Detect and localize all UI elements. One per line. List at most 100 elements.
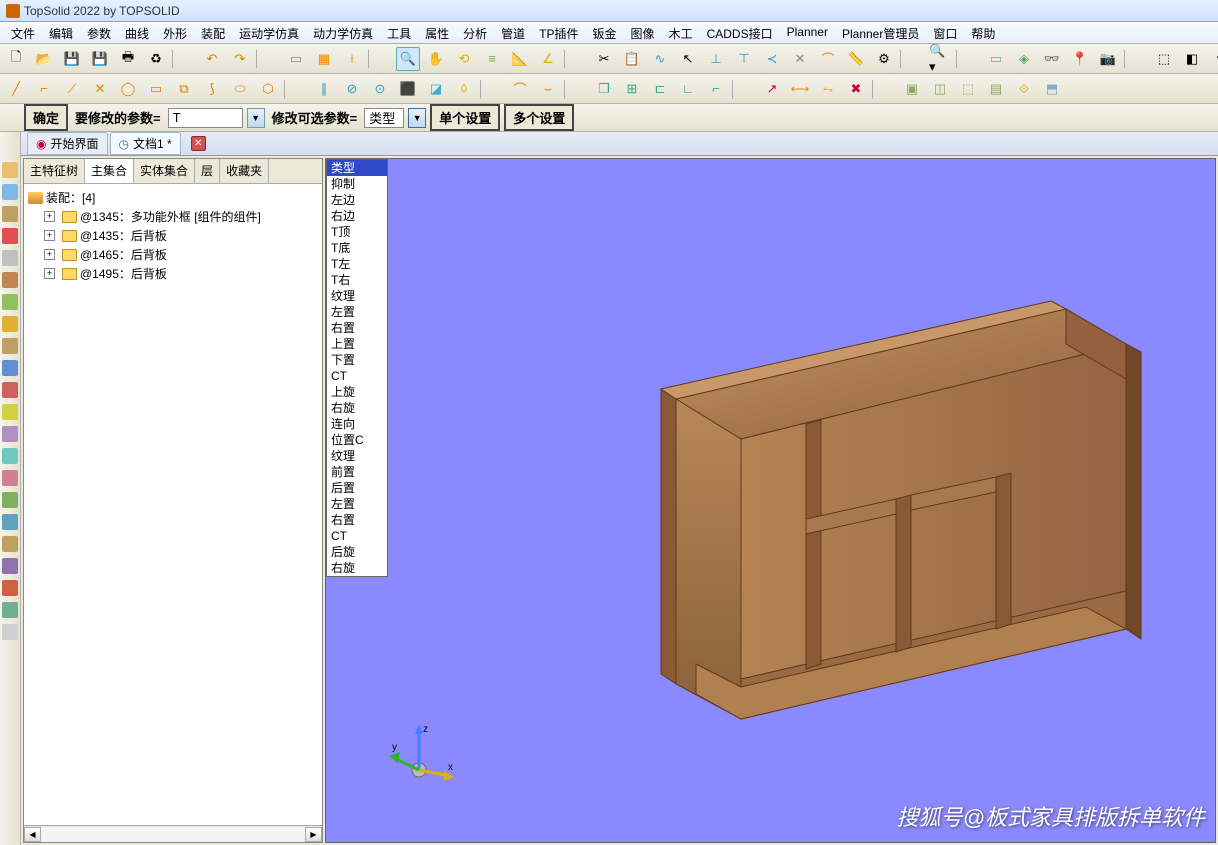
menu-item[interactable]: 运动学仿真 [232, 22, 306, 43]
angle-icon[interactable]: ∠ [536, 47, 560, 71]
dropdown-option[interactable]: 连向 [327, 416, 387, 432]
pin-icon[interactable]: 📍 [1068, 47, 1092, 71]
tool-icon[interactable] [2, 558, 18, 574]
dropdown-option[interactable]: 上置 [327, 336, 387, 352]
tool-icon[interactable]: ⚙ [872, 47, 896, 71]
param-dropdown-list[interactable]: 类型抑制左边右边T顶T底T左T右纹理左置右置上置下置CT上旋右旋连向位置C纹理前… [326, 159, 388, 577]
tool-icon[interactable] [2, 228, 18, 244]
menu-item[interactable]: 编辑 [42, 22, 80, 43]
tool-icon[interactable]: ⊘ [340, 77, 364, 101]
dropdown-option[interactable]: 右旋 [327, 560, 387, 576]
menu-item[interactable]: 文件 [4, 22, 42, 43]
save-icon[interactable]: 💾 [60, 47, 84, 71]
tool-icon[interactable] [2, 404, 18, 420]
tool-icon[interactable] [2, 338, 18, 354]
curve-icon[interactable]: ⌣ [536, 77, 560, 101]
zoom-icon[interactable]: 🔍▾ [928, 47, 952, 71]
scroll-track[interactable] [41, 827, 305, 842]
expand-icon[interactable]: + [44, 211, 55, 222]
tool-icon[interactable]: ≺ [760, 47, 784, 71]
tree-item[interactable]: +@1345：多功能外框 [组件的组件] [28, 207, 318, 226]
dropdown-option[interactable]: 位置C [327, 432, 387, 448]
confirm-button[interactable]: 确定 [24, 104, 68, 131]
camera-icon[interactable]: 📷 [1096, 47, 1120, 71]
open-icon[interactable]: 📂 [32, 47, 56, 71]
dropdown-option[interactable]: 后置 [327, 480, 387, 496]
dropdown-option[interactable]: CT [327, 528, 387, 544]
frame-icon[interactable]: ⧉ [172, 77, 196, 101]
rect-icon[interactable]: ▭ [144, 77, 168, 101]
expand-icon[interactable]: + [44, 230, 55, 241]
tool-icon[interactable] [2, 272, 18, 288]
tree-hscroll[interactable]: ◀ ▶ [24, 825, 322, 842]
dropdown-option[interactable]: 左边 [327, 192, 387, 208]
dropdown-option[interactable]: 后旋 [327, 544, 387, 560]
menu-item[interactable]: 钣金 [586, 22, 624, 43]
dropdown-option[interactable]: 右置 [327, 320, 387, 336]
zoom-window-icon[interactable]: ▭ [284, 47, 308, 71]
tool-icon[interactable] [2, 514, 18, 530]
scroll-left-icon[interactable]: ◀ [24, 827, 41, 842]
tool-icon[interactable] [2, 316, 18, 332]
dim-icon[interactable]: ⥊ [816, 77, 840, 101]
tree-tab[interactable]: 收藏夹 [220, 159, 269, 183]
arc-icon[interactable]: ⌒ [816, 47, 840, 71]
circle-icon[interactable]: ◯ [116, 77, 140, 101]
tree-tab[interactable]: 实体集合 [134, 159, 195, 183]
tool-icon[interactable] [2, 624, 18, 640]
dropdown-arrow-icon[interactable]: ▼ [408, 108, 426, 128]
solid-icon[interactable]: ◫ [928, 77, 952, 101]
surf-icon[interactable]: ◊ [452, 77, 476, 101]
tool-icon[interactable]: ⟐ [1012, 77, 1036, 101]
tool-icon[interactable] [2, 162, 18, 178]
tool-icon[interactable] [2, 184, 18, 200]
menu-item[interactable]: 木工 [662, 22, 700, 43]
dropdown-option[interactable]: 上旋 [327, 384, 387, 400]
rotate-icon[interactable]: ⟲ [452, 47, 476, 71]
tree-tab[interactable]: 层 [195, 159, 220, 183]
tool-icon[interactable]: ⊙ [368, 77, 392, 101]
tool-icon[interactable]: ⌐ [704, 77, 728, 101]
param-input-2[interactable] [364, 108, 404, 128]
single-setting-button[interactable]: 单个设置 [430, 104, 500, 131]
menu-item[interactable]: 曲线 [118, 22, 156, 43]
tool-icon[interactable] [2, 250, 18, 266]
tool-icon[interactable] [2, 206, 18, 222]
dropdown-arrow-icon[interactable]: ▼ [247, 108, 265, 128]
dropdown-option[interactable]: 左置 [327, 496, 387, 512]
param-input-1[interactable] [168, 108, 243, 128]
dropdown-option[interactable]: CT [327, 368, 387, 384]
new-icon[interactable]: 🗋 [4, 47, 28, 71]
undo-icon[interactable]: ↶ [200, 47, 224, 71]
tool-icon[interactable] [2, 448, 18, 464]
cut-icon[interactable]: ✂ [592, 47, 616, 71]
dropdown-option[interactable]: 类型 [327, 160, 387, 176]
tool-icon[interactable] [2, 536, 18, 552]
menu-item[interactable]: Planner [780, 22, 835, 43]
polyline-icon[interactable]: ⌐ [32, 77, 56, 101]
select-icon[interactable]: ↖ [676, 47, 700, 71]
delete-icon[interactable]: ✖ [844, 77, 868, 101]
arc-icon[interactable]: ⟆ [200, 77, 224, 101]
menu-item[interactable]: 帮助 [964, 22, 1002, 43]
dim-icon[interactable]: ⟷ [788, 77, 812, 101]
view-top-icon[interactable]: ▭ [984, 47, 1008, 71]
tool-icon[interactable] [2, 294, 18, 310]
pan-icon[interactable]: ✋ [424, 47, 448, 71]
dropdown-option[interactable]: 左置 [327, 304, 387, 320]
3d-viewport[interactable]: 类型抑制左边右边T顶T底T左T右纹理左置右置上置下置CT上旋右旋连向位置C纹理前… [325, 158, 1216, 843]
dropdown-option[interactable]: T右 [327, 272, 387, 288]
tree-item[interactable]: +@1495：后背板 [28, 264, 318, 283]
tab-document[interactable]: ◷ 文档1 * [110, 132, 181, 155]
menu-item[interactable]: 窗口 [926, 22, 964, 43]
tree-root[interactable]: 装配：[4] [28, 188, 318, 207]
glasses-icon[interactable]: 👓 [1040, 47, 1064, 71]
dropdown-option[interactable]: T左 [327, 256, 387, 272]
dropdown-option[interactable]: 纹理 [327, 288, 387, 304]
dropdown-option[interactable]: 前置 [327, 464, 387, 480]
menu-item[interactable]: 外形 [156, 22, 194, 43]
view-iso-icon[interactable]: ◈ [1012, 47, 1036, 71]
dimension-icon[interactable]: ⊥ [704, 47, 728, 71]
menu-item[interactable]: Planner管理员 [835, 22, 926, 43]
measure-icon[interactable]: 📏 [844, 47, 868, 71]
